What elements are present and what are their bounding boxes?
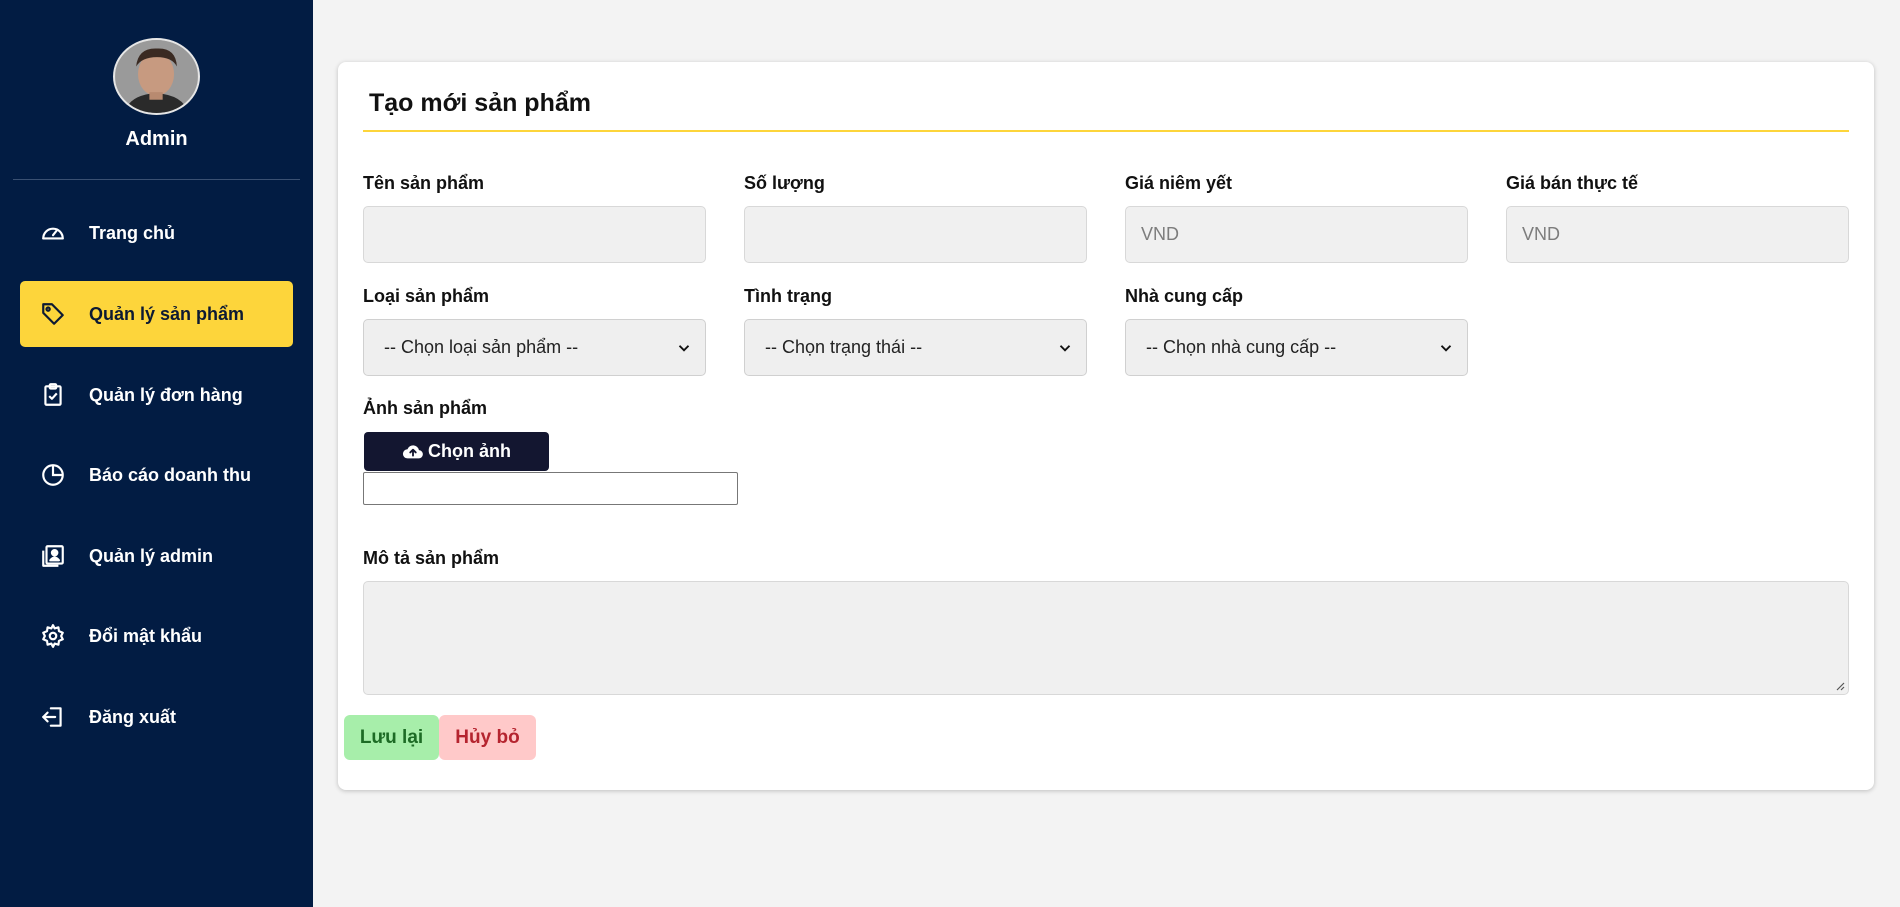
resize-handle-icon[interactable] bbox=[1833, 679, 1845, 691]
clipboard-check-icon bbox=[40, 382, 66, 408]
sidebar-item-label: Đổi mật khẩu bbox=[89, 625, 203, 646]
user-list-icon bbox=[40, 543, 66, 569]
sale-price-input[interactable] bbox=[1506, 206, 1849, 263]
sidebar-item-label: Quản lý admin bbox=[89, 545, 214, 566]
sidebar-item-orders[interactable]: Quản lý đơn hàng bbox=[20, 362, 293, 428]
status-selected-value: -- Chọn trạng thái -- bbox=[765, 337, 923, 357]
create-product-card: Tạo mới sản phẩm Tên sản phẩm Số lượng G… bbox=[338, 62, 1874, 790]
product-image-label: Ảnh sản phẩm bbox=[363, 398, 488, 418]
choose-image-label: Chọn ảnh bbox=[428, 441, 511, 461]
sidebar-item-label: Báo cáo doanh thu bbox=[89, 464, 251, 485]
save-button[interactable]: Lưu lại bbox=[344, 715, 439, 760]
admin-name: Admin bbox=[125, 128, 188, 150]
sidebar-item-label: Trang chủ bbox=[89, 222, 176, 243]
status-select[interactable]: -- Chọn trạng thái -- bbox=[744, 319, 1087, 376]
description-textarea[interactable] bbox=[363, 581, 1849, 695]
gear-icon bbox=[40, 623, 66, 649]
pie-chart-icon bbox=[40, 462, 66, 488]
quantity-label: Số lượng bbox=[744, 173, 825, 193]
page-title: Tạo mới sản phẩm bbox=[369, 89, 591, 117]
choose-image-button[interactable]: Chọn ảnh bbox=[364, 432, 549, 471]
logout-icon bbox=[40, 704, 66, 730]
sidebar-item-admins[interactable]: Quản lý admin bbox=[20, 523, 293, 589]
sidebar-item-label: Quản lý đơn hàng bbox=[89, 384, 243, 405]
product-name-label: Tên sản phẩm bbox=[363, 173, 485, 193]
sidebar-item-change-password[interactable]: Đổi mật khẩu bbox=[20, 603, 293, 669]
product-name-input[interactable] bbox=[363, 206, 706, 263]
status-label: Tình trạng bbox=[744, 286, 832, 306]
description-label: Mô tả sản phẩm bbox=[363, 548, 500, 568]
category-label: Loại sản phẩm bbox=[363, 286, 490, 306]
avatar-photo bbox=[115, 40, 198, 113]
quantity-input[interactable] bbox=[744, 206, 1087, 263]
dashboard-gauge-icon bbox=[40, 220, 66, 246]
cancel-button[interactable]: Hủy bỏ bbox=[439, 715, 536, 760]
tag-icon bbox=[40, 301, 66, 327]
supplier-label: Nhà cung cấp bbox=[1125, 286, 1244, 306]
sidebar-item-logout[interactable]: Đăng xuất bbox=[20, 684, 293, 750]
sidebar-item-revenue[interactable]: Báo cáo doanh thu bbox=[20, 442, 293, 508]
chevron-down-icon bbox=[678, 344, 690, 352]
list-price-label: Giá niêm yết bbox=[1125, 173, 1233, 193]
cloud-upload-icon bbox=[402, 444, 423, 458]
sale-price-label: Giá bán thực tế bbox=[1506, 173, 1639, 193]
avatar bbox=[113, 38, 200, 115]
image-file-input[interactable] bbox=[363, 472, 738, 505]
category-select[interactable]: -- Chọn loại sản phẩm -- bbox=[363, 319, 706, 376]
title-underline bbox=[363, 130, 1849, 132]
chevron-down-icon bbox=[1440, 344, 1452, 352]
sidebar: Admin Trang chủ Quản lý sản phẩm Quản lý… bbox=[0, 0, 313, 907]
sidebar-divider bbox=[13, 179, 300, 180]
chevron-down-icon bbox=[1059, 344, 1071, 352]
sidebar-item-home[interactable]: Trang chủ bbox=[20, 200, 293, 266]
sidebar-item-label: Đăng xuất bbox=[89, 706, 177, 727]
sidebar-item-products[interactable]: Quản lý sản phẩm bbox=[20, 281, 293, 347]
supplier-select[interactable]: -- Chọn nhà cung cấp -- bbox=[1125, 319, 1468, 376]
category-selected-value: -- Chọn loại sản phẩm -- bbox=[384, 337, 579, 357]
list-price-input[interactable] bbox=[1125, 206, 1468, 263]
supplier-selected-value: -- Chọn nhà cung cấp -- bbox=[1146, 337, 1337, 357]
sidebar-item-label: Quản lý sản phẩm bbox=[89, 303, 245, 324]
